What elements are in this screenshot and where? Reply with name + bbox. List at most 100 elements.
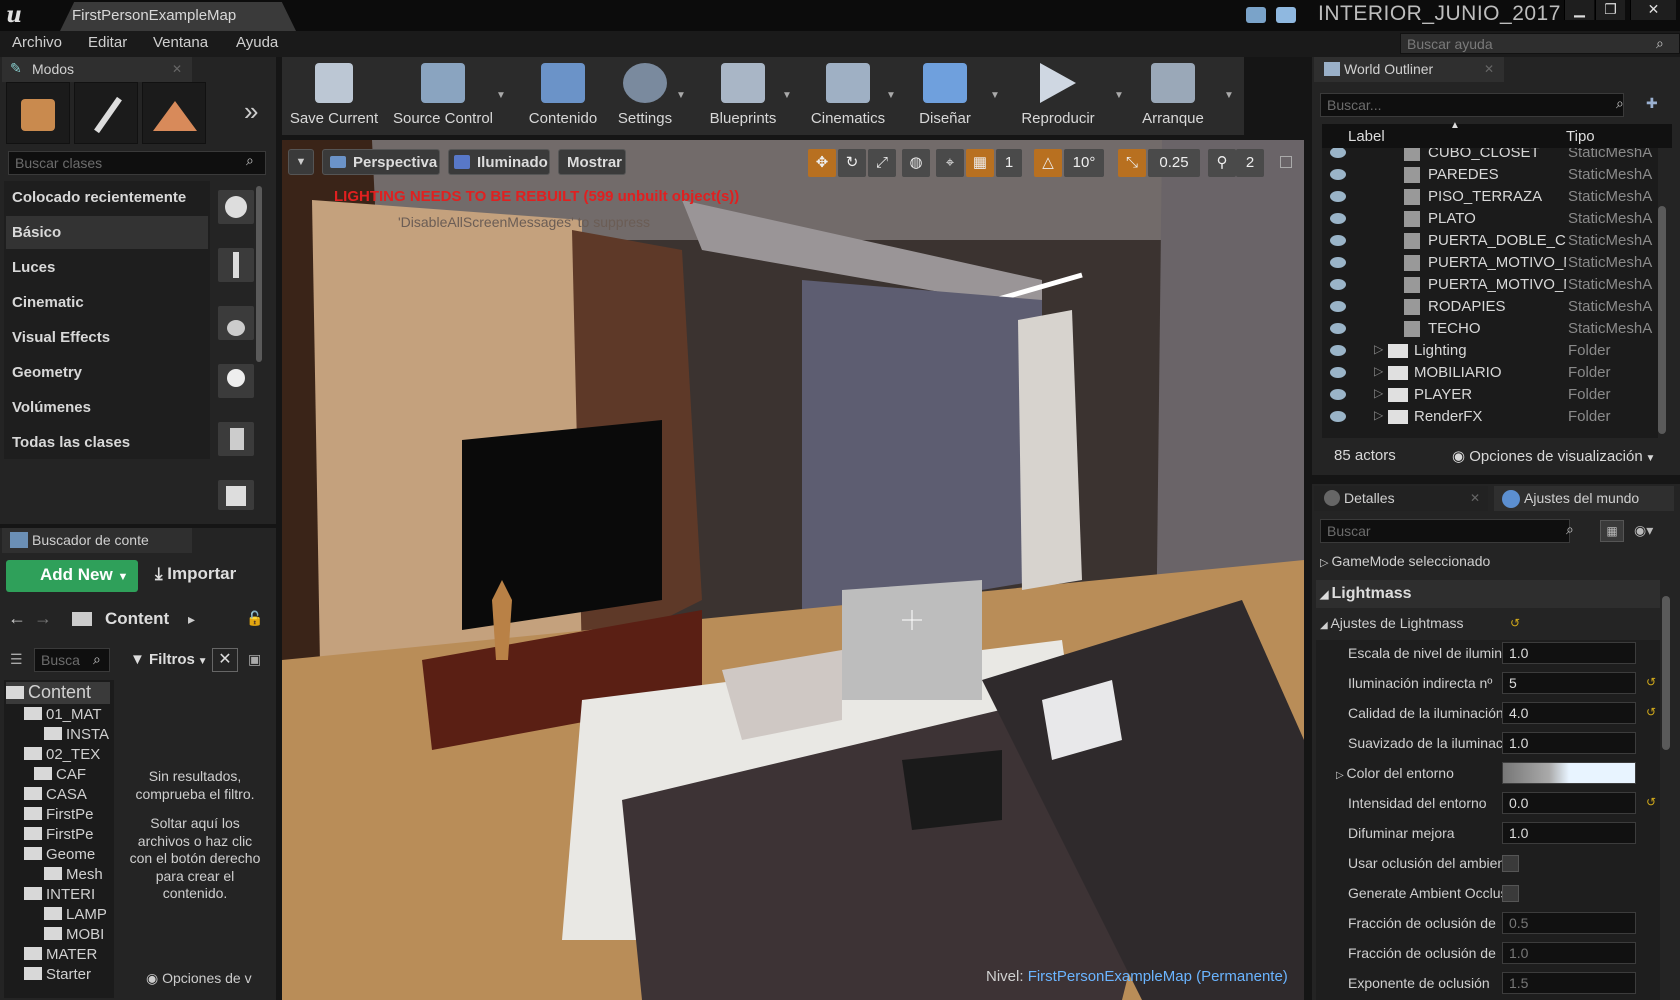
tree-item[interactable]: Geome xyxy=(24,846,95,866)
landscape-mode-icon[interactable] xyxy=(142,82,206,144)
place-mode-icon[interactable] xyxy=(6,82,70,144)
play-button[interactable]: Reproducir xyxy=(1012,57,1104,133)
reset-to-default-icon[interactable]: ↺ xyxy=(1510,616,1520,630)
scale-icon[interactable]: ⤢ xyxy=(868,149,896,177)
color-swatch[interactable] xyxy=(1502,762,1636,784)
help-search-input[interactable]: Buscar ayuda xyxy=(1400,33,1680,54)
cube-thumbnail[interactable] xyxy=(218,480,254,510)
tree-item[interactable]: MATER xyxy=(24,946,97,966)
category-geometry[interactable]: Geometry xyxy=(6,356,208,389)
menu-ventana[interactable]: Ventana xyxy=(153,34,208,51)
category-lights[interactable]: Luces xyxy=(6,251,208,284)
modes-scrollbar[interactable] xyxy=(256,186,262,362)
menu-archivo[interactable]: Archivo xyxy=(12,34,62,51)
grid-size-value[interactable]: 1 xyxy=(996,149,1022,177)
chevron-down-icon[interactable]: ▼ xyxy=(782,90,792,101)
outliner-scrollbar[interactable] xyxy=(1658,206,1666,434)
category-all-classes[interactable]: Todas las clases xyxy=(6,426,208,459)
blueprints-button[interactable]: Blueprints xyxy=(700,57,786,133)
rotation-snap-value[interactable]: 10° xyxy=(1064,149,1104,177)
chat-icon[interactable] xyxy=(1246,7,1266,23)
close-button[interactable]: ✕ xyxy=(1630,0,1676,20)
category-basic[interactable]: Básico xyxy=(6,216,208,249)
learn-icon[interactable] xyxy=(1276,7,1296,23)
reset-to-default-icon[interactable]: ↺ xyxy=(1646,675,1656,689)
eye-icon[interactable] xyxy=(1330,279,1346,290)
modes-tab[interactable]: Modos ✕ xyxy=(2,57,192,82)
property-value-input[interactable]: 1.0 xyxy=(1502,732,1636,754)
eye-icon[interactable] xyxy=(1330,148,1346,158)
outliner-row[interactable]: PISO_TERRAZA StaticMeshA xyxy=(1322,186,1658,208)
empty-actor-thumbnail[interactable] xyxy=(218,190,254,224)
details-scrollbar[interactable] xyxy=(1662,596,1670,750)
lock-icon[interactable]: 🔓 xyxy=(246,610,263,627)
property-value-input[interactable]: 0.5 xyxy=(1502,912,1636,934)
property-value-input[interactable]: 1.5 xyxy=(1502,972,1636,994)
tree-item[interactable]: Starter xyxy=(24,966,91,986)
eye-icon[interactable] xyxy=(1330,389,1346,400)
property-value-input[interactable]: 1.0 xyxy=(1502,822,1636,844)
menu-editar[interactable]: Editar xyxy=(88,34,127,51)
cinematics-button[interactable]: Cinematics xyxy=(802,57,894,133)
outliner-options-icon[interactable]: ✚ xyxy=(1646,95,1658,112)
category-volumes[interactable]: Volúmenes xyxy=(6,391,208,424)
eye-icon[interactable] xyxy=(1330,257,1346,268)
outliner-row[interactable]: PUERTA_DOBLE_CO StaticMeshA xyxy=(1322,230,1658,252)
close-icon[interactable]: ✕ xyxy=(1484,62,1494,76)
chevron-down-icon[interactable]: ▼ xyxy=(676,90,686,101)
tree-item[interactable]: CAF xyxy=(34,766,86,786)
expand-arrow-icon[interactable]: ▷ xyxy=(1374,408,1383,422)
outliner-row[interactable]: PAREDES StaticMeshA xyxy=(1322,164,1658,186)
forward-icon[interactable]: → xyxy=(34,608,52,629)
eye-icon[interactable]: ◉▾ xyxy=(1634,522,1653,539)
launch-button[interactable]: Arranque xyxy=(1130,57,1216,133)
player-start-thumbnail[interactable] xyxy=(218,422,254,456)
rotation-snap-icon[interactable]: △ xyxy=(1034,149,1062,177)
surface-snap-icon[interactable]: ⌖ xyxy=(936,149,964,177)
outliner-row[interactable]: RODAPIES StaticMeshA xyxy=(1322,296,1658,318)
close-icon[interactable]: ✕ xyxy=(172,62,182,76)
import-button[interactable]: ⤓ Importar xyxy=(155,564,236,584)
eye-icon[interactable] xyxy=(1330,411,1346,422)
chevron-down-icon[interactable]: ▼ xyxy=(886,90,896,101)
content-button[interactable]: Contenido xyxy=(522,57,604,133)
tree-item[interactable]: LAMP xyxy=(44,906,107,926)
character-thumbnail[interactable] xyxy=(218,248,254,282)
outliner-folder-row[interactable]: ▷ RenderFX Folder xyxy=(1322,406,1658,428)
back-icon[interactable]: ← xyxy=(8,608,26,629)
outliner-search-input[interactable]: Buscar... xyxy=(1320,93,1624,117)
world-outliner-tab[interactable]: World Outliner ✕ xyxy=(1314,57,1504,82)
eye-icon[interactable] xyxy=(1330,213,1346,224)
class-search-input[interactable]: Buscar clases xyxy=(8,151,266,175)
paint-mode-icon[interactable] xyxy=(74,82,138,144)
tree-item[interactable]: 01_MAT xyxy=(24,706,102,726)
camera-speed-value[interactable]: 2 xyxy=(1236,149,1264,177)
details-tab[interactable]: Detalles ✕ xyxy=(1314,486,1488,511)
tree-item[interactable]: CASA xyxy=(24,786,87,806)
content-browser-tab[interactable]: Buscador de conte xyxy=(2,528,192,553)
menu-ayuda[interactable]: Ayuda xyxy=(236,34,278,51)
rotate-icon[interactable]: ↻ xyxy=(838,149,866,177)
level-viewport[interactable] xyxy=(282,140,1304,1000)
reset-to-default-icon[interactable]: ↺ xyxy=(1646,705,1656,719)
outliner-row[interactable]: PUERTA_MOTIVO_M StaticMeshA xyxy=(1322,274,1658,296)
eye-icon[interactable] xyxy=(1330,323,1346,334)
outliner-row[interactable]: TECHO StaticMeshA xyxy=(1322,318,1658,340)
viewport-menu-button[interactable]: ▼ xyxy=(288,149,314,175)
maximize-viewport-icon[interactable] xyxy=(1280,156,1292,168)
camera-speed-icon[interactable]: ⚲ xyxy=(1208,149,1236,177)
scale-snap-value[interactable]: 0.25 xyxy=(1148,149,1200,177)
chevron-down-icon[interactable]: ▼ xyxy=(1114,90,1124,101)
checkbox[interactable] xyxy=(1502,855,1519,872)
save-current-button[interactable]: Save Current xyxy=(286,57,382,133)
category-cinematic[interactable]: Cinematic xyxy=(6,286,208,319)
expand-arrow-icon[interactable]: ▷ xyxy=(1374,386,1383,400)
eye-icon[interactable] xyxy=(1330,169,1346,180)
tree-item[interactable]: INSTA xyxy=(44,726,109,746)
tree-item[interactable]: 02_TEX xyxy=(24,746,100,766)
chevron-down-icon[interactable]: ▼ xyxy=(496,90,506,101)
details-search-input[interactable]: Buscar xyxy=(1320,519,1570,543)
tree-item[interactable]: FirstPe xyxy=(24,806,94,826)
outliner-folder-row[interactable]: ▷ PLAYER Folder xyxy=(1322,384,1658,406)
eye-icon[interactable] xyxy=(1330,367,1346,378)
